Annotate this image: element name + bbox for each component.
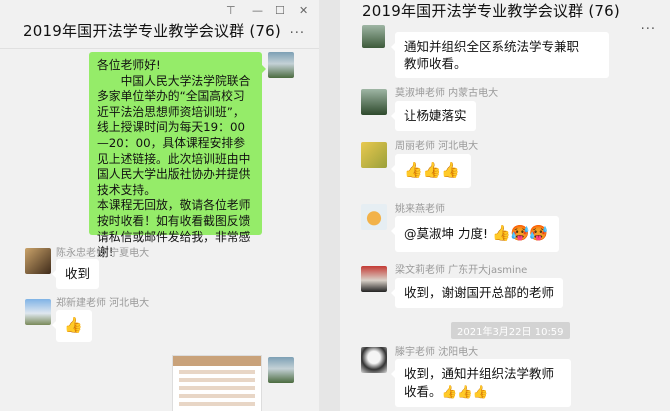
sender-avatar[interactable] [361,204,387,230]
sender-name: 姚来燕老师 [395,204,445,215]
sender-avatar[interactable] [361,266,387,292]
message-bubble[interactable]: 收到 [51,259,100,289]
message-bubble[interactable]: 👍👍👍 [390,154,472,188]
sender-name: 郑新建老师 河北电大 [56,298,150,309]
sender-name: 陈永忠老师 宁夏电大 [56,248,150,259]
more-options-icon[interactable]: ··· [290,26,305,41]
image-row [179,370,255,374]
image-row [179,402,255,406]
image-row [179,386,255,390]
message-paragraph-1: 中国人民大学法学院联合多家单位举办的“全国高校习近平法治思想师资培训班”，线上授… [97,73,251,197]
message-bubble[interactable]: @莫淑坤 力度! 👍🥵🥵 [390,216,560,252]
more-options-icon[interactable]: ··· [641,22,656,37]
sender-name: 梁文莉老师 广东开大jasmine [395,265,528,276]
sender-avatar[interactable] [361,142,387,168]
sender-name: 周丽老师 河北电大 [395,141,479,152]
close-icon[interactable]: ✕ [299,4,308,17]
timestamp: 2021年3月22日 10:59 [451,322,570,339]
message-bubble[interactable]: 收到，谢谢国开总部的老师 [390,278,564,308]
message-bubble[interactable]: 收到，通知并组织法学教师收看。👍👍👍 [391,359,571,407]
self-message-bubble[interactable]: 各位老师好! 中国人民大学法学院联合多家单位举办的“全国高校习近平法治思想师资培… [89,52,266,259]
image-row [179,378,255,382]
maximize-icon[interactable]: ☐ [275,4,285,17]
sender-avatar[interactable] [361,89,387,115]
message-greeting: 各位老师好! [97,58,161,72]
self-avatar[interactable] [268,52,294,78]
message-bubble[interactable]: 让杨婕落实 [391,101,476,131]
image-message[interactable] [172,355,262,411]
self-avatar[interactable] [268,357,294,383]
sender-avatar[interactable] [362,25,385,48]
thumbs-up-icon: 👍👍👍 [404,161,461,179]
right-chat-window: 2019年国开法学专业教学会议群 (76) ··· 通知并组织全区系统法学专兼职… [340,0,670,411]
sender-name: 滕宇老师 沈阳电大 [395,347,479,358]
chat-title: 2019年国开法学专业教学会议群 (76) [23,22,281,40]
image-row [179,394,255,398]
minimize-icon[interactable]: — [252,4,263,17]
image-header [173,356,261,366]
message-bubble[interactable]: 👍 [52,310,92,342]
chat-header: 2019年国开法学专业教学会议群 (76) ··· [340,0,670,37]
message-bubble[interactable]: 通知并组织全区系统法学专兼职 教师收看。 [391,32,609,78]
emoji-group-icon: 👍🥵🥵 [491,224,549,242]
pin-icon[interactable]: ⊤ [226,4,236,17]
chat-header: 2019年国开法学专业教学会议群 (76) ⊤ — ☐ ✕ ··· [0,0,319,49]
message-line: 教师收看。 [404,56,467,71]
chat-title: 2019年国开法学专业教学会议群 (76) [362,2,620,20]
message-line: 通知并组织全区系统法学专兼职 [404,39,580,54]
sender-name: 莫淑坤老师 内蒙古电大 [395,88,499,99]
sender-avatar[interactable] [361,347,387,373]
thumbs-up-icon: 。👍👍👍 [429,384,489,399]
left-chat-window: 2019年国开法学专业教学会议群 (76) ⊤ — ☐ ✕ ··· 各位老师好!… [0,0,319,411]
mention-text: @莫淑坤 力度! [404,226,488,241]
thumbs-up-icon: 👍 [64,316,83,334]
